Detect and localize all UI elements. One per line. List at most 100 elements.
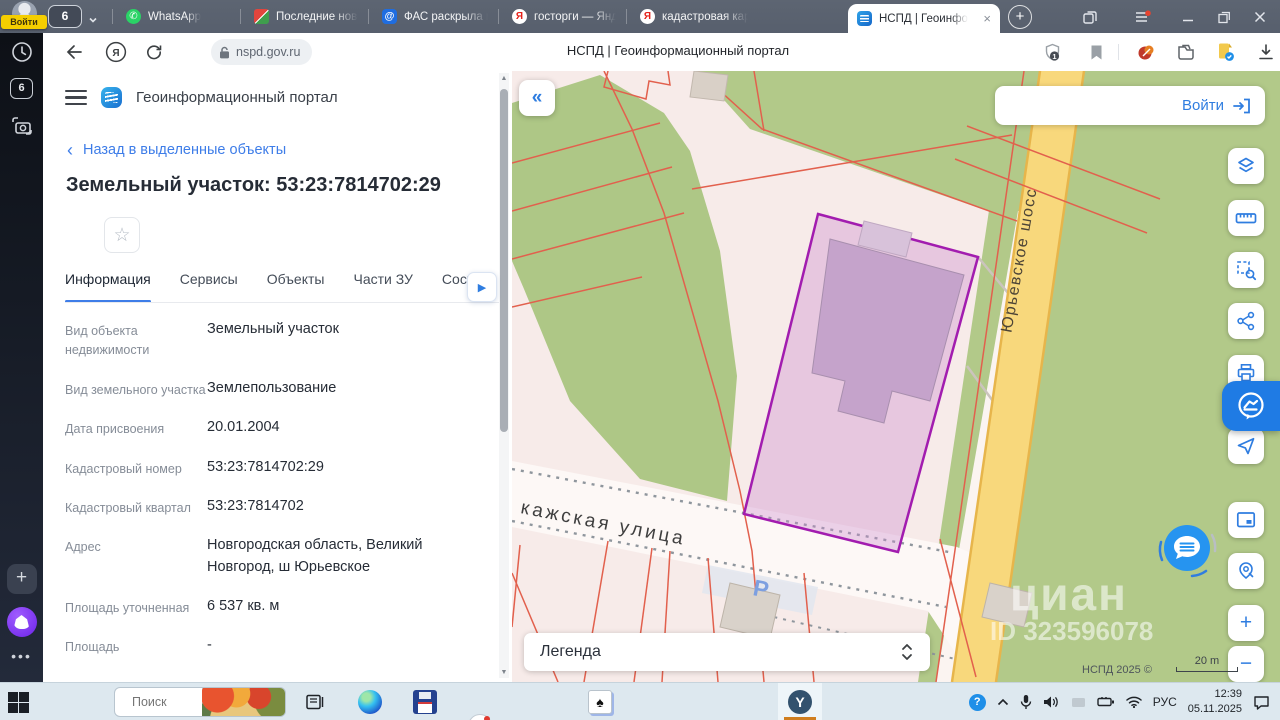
tab-objects[interactable]: Объекты <box>267 271 325 303</box>
star-icon: ☆ <box>113 224 131 246</box>
expand-collapse-icon[interactable] <box>900 642 914 662</box>
bookmark-icon[interactable] <box>1085 41 1107 63</box>
start-button[interactable] <box>8 692 29 713</box>
protect-shield-icon[interactable]: 1 <box>1041 41 1063 63</box>
hidden-icons-chevron[interactable] <box>997 698 1009 706</box>
scroll-down-arrow[interactable]: ▼ <box>499 669 509 676</box>
back-button[interactable] <box>63 41 85 63</box>
speaker-icon[interactable] <box>1043 695 1060 709</box>
lock-icon <box>220 46 229 58</box>
system-tray: ? РУС 12:39 05.11.2025 <box>968 683 1280 720</box>
app-title: Геоинформационный портал <box>136 89 338 106</box>
close-window-button[interactable] <box>1250 7 1270 27</box>
search-highlight-image[interactable] <box>202 688 285 716</box>
history-icon[interactable] <box>0 41 43 63</box>
taskbar-search[interactable] <box>114 687 286 717</box>
faded-tray-icon[interactable] <box>1071 696 1086 709</box>
microphone-icon[interactable] <box>1020 694 1032 710</box>
address-bar: Я nspd.gov.ru НСПД | Геоинформационный п… <box>43 33 1280 71</box>
yandex-icon: Я <box>512 9 527 24</box>
tray-date: 05.11.2025 <box>1187 703 1242 715</box>
divider <box>498 9 499 24</box>
c-app-icon[interactable]: C <box>468 714 492 720</box>
tab-services[interactable]: Сервисы <box>180 271 238 303</box>
tab-counter[interactable]: 6 <box>48 5 82 28</box>
tab-nspd-active[interactable]: НСПД | Геоинфо × <box>848 4 1000 33</box>
chevron-down-icon[interactable] <box>88 12 98 23</box>
minimize-button[interactable] <box>1178 7 1198 27</box>
minus-icon: − <box>1239 652 1253 675</box>
download-icon[interactable] <box>1255 41 1277 63</box>
alice-assistant-icon[interactable] <box>0 607 43 637</box>
scroll-up-arrow[interactable]: ▲ <box>499 75 509 82</box>
window-stack-icon[interactable] <box>1080 7 1100 27</box>
url-field[interactable]: nspd.gov.ru <box>211 39 313 65</box>
tab-news[interactable]: Последние новост <box>246 0 366 33</box>
mini-map-icon <box>1236 512 1256 528</box>
tab-gostorgi[interactable]: Я госторги — Яндек <box>504 0 624 33</box>
screenshot-icon[interactable] <box>0 115 43 137</box>
tab-fas[interactable]: @ ФАС раскрыла кар <box>374 0 496 33</box>
browser-login-badge[interactable]: Войти <box>1 15 47 29</box>
scrollbar-thumb[interactable] <box>500 89 508 432</box>
locate-object-button[interactable] <box>1228 553 1264 589</box>
taskview-button[interactable] <box>303 690 327 714</box>
map-callout-button[interactable] <box>1222 381 1280 431</box>
location-search-icon <box>1239 562 1254 580</box>
map-canvas[interactable]: кажская улица Юрьевское шосс P « Войти +… <box>512 71 1280 682</box>
rail-more-icon[interactable]: ••• <box>0 648 43 664</box>
floppy-app-icon[interactable] <box>413 690 437 714</box>
tab-parts[interactable]: Части ЗУ <box>353 271 412 303</box>
edge-icon[interactable] <box>358 690 382 714</box>
search-input[interactable] <box>132 695 202 709</box>
menu-icon[interactable] <box>65 89 87 106</box>
yandex-browser-active[interactable]: Y <box>778 683 822 720</box>
restore-button[interactable] <box>1214 7 1234 27</box>
yandex-browser-icon: Y <box>788 690 812 714</box>
extension-adguard-icon[interactable] <box>1135 41 1157 63</box>
language-indicator[interactable]: РУС <box>1153 695 1177 709</box>
map-login-button[interactable]: Войти <box>995 86 1265 125</box>
legend-bar[interactable]: Легенда <box>524 633 930 671</box>
battery-icon[interactable] <box>1097 696 1115 708</box>
browser-menu-icon[interactable] <box>1133 7 1153 27</box>
refresh-icon[interactable] <box>143 41 165 63</box>
back-to-selected-link[interactable]: ‹ Назад в выделенные объекты <box>67 141 286 159</box>
help-tray-icon[interactable]: ? <box>968 693 986 711</box>
field-list: Вид объекта недвижимости Земельный участ… <box>65 319 495 675</box>
tab-kadastr[interactable]: Я кадастровая карта <box>632 0 756 33</box>
layers-button[interactable] <box>1228 148 1264 184</box>
area-search-button[interactable] <box>1228 252 1264 288</box>
map-attribution: НСПД 2025 © <box>1082 664 1152 676</box>
panel-scrollbar[interactable]: ▲ ▼ <box>499 73 509 678</box>
overview-map-button[interactable] <box>1228 502 1264 538</box>
extension-notes-icon[interactable] <box>1215 41 1237 63</box>
solitaire-icon[interactable]: ♠ <box>588 690 612 714</box>
field-row: Дата присвоения 20.01.2004 <box>65 419 280 437</box>
panel-collapse-button[interactable]: « <box>519 80 555 116</box>
zoom-in-button[interactable]: + <box>1228 605 1264 641</box>
plus-icon: + <box>1239 611 1253 634</box>
measure-button[interactable] <box>1228 200 1264 236</box>
object-info-panel: Геоинформационный портал ‹ Назад в выдел… <box>43 71 512 682</box>
select-area-icon <box>1236 260 1256 280</box>
navigate-button[interactable] <box>1228 428 1264 464</box>
support-chat-button[interactable] <box>1154 515 1220 581</box>
rail-add-button[interactable]: + <box>0 564 43 594</box>
extension-tabs-icon[interactable] <box>1175 41 1197 63</box>
tray-clock[interactable]: 12:39 05.11.2025 <box>1188 687 1242 717</box>
divider <box>368 9 369 24</box>
yandex-services-icon[interactable]: Я <box>105 41 127 63</box>
tab-whatsapp[interactable]: ✆ WhatsApp <box>118 0 238 33</box>
favorite-star-button[interactable]: ☆ <box>104 217 140 253</box>
notification-center-icon[interactable] <box>1253 695 1270 710</box>
rail-tab-counter[interactable]: 6 <box>0 78 43 99</box>
wifi-icon[interactable] <box>1125 696 1142 708</box>
new-tab-button[interactable]: + <box>1008 5 1032 29</box>
login-icon <box>1233 98 1250 113</box>
share-button[interactable] <box>1228 303 1264 339</box>
whatsapp-icon: ✆ <box>126 9 141 24</box>
tab-information[interactable]: Информация <box>65 271 151 303</box>
close-tab-icon[interactable]: × <box>983 12 991 25</box>
tabs-overflow-button[interactable]: ▶ <box>467 272 497 302</box>
